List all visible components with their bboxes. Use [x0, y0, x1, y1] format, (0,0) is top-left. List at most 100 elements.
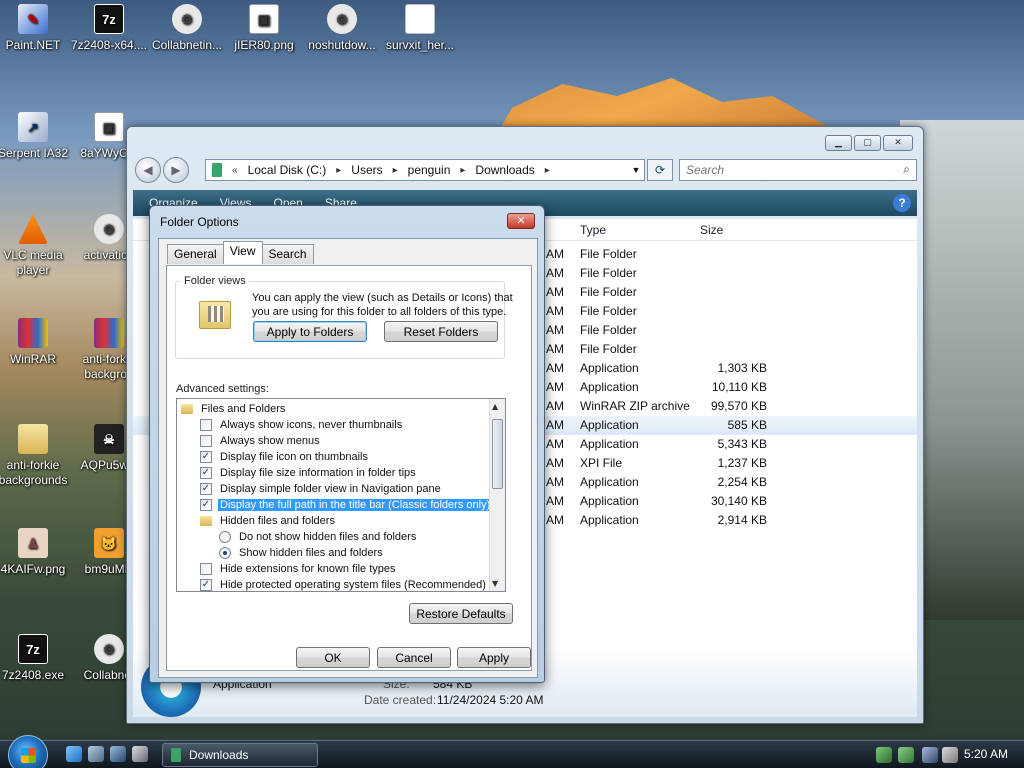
desktop-icon[interactable]: survxit_her... — [381, 4, 459, 53]
scroll-up-icon[interactable]: ▲ — [492, 402, 498, 411]
apply-button[interactable]: Apply — [457, 647, 531, 668]
clock[interactable]: 5:20 AM — [964, 747, 1008, 761]
chevron-right-icon[interactable]: ▸ — [393, 165, 398, 176]
computer-icon[interactable] — [132, 746, 148, 762]
show-desktop-icon[interactable] — [88, 746, 104, 762]
reset-folders-button[interactable]: Reset Folders — [384, 321, 498, 342]
scroll-thumb[interactable] — [492, 419, 503, 489]
column-size[interactable]: Size — [700, 223, 723, 237]
desktop-icon-label: WinRAR — [9, 352, 56, 366]
checkbox[interactable]: ✓ — [200, 467, 212, 479]
ie-icon[interactable] — [66, 746, 82, 762]
crumb-users[interactable]: Users — [351, 163, 382, 177]
crumb-penguin[interactable]: penguin — [408, 163, 451, 177]
chevron-right-icon[interactable]: ▸ — [545, 165, 550, 176]
checkbox[interactable] — [200, 435, 212, 447]
desktop-icon[interactable]: WinRAR — [0, 318, 72, 367]
minimize-button[interactable]: ▁ — [825, 135, 852, 151]
checkbox[interactable] — [200, 419, 212, 431]
settings-item[interactable]: Files and Folders — [181, 401, 287, 417]
desktop-icon[interactable]: ⚙ Collabnetin... — [148, 4, 226, 53]
sevenz-icon: 7z — [18, 634, 48, 664]
address-prefix[interactable]: « — [232, 165, 238, 176]
settings-item[interactable]: Do not show hidden files and folders — [219, 529, 418, 545]
restore-defaults-button[interactable]: Restore Defaults — [409, 603, 513, 624]
settings-item-label: Always show icons, never thumbnails — [220, 419, 403, 431]
row-size: 2,914 KB — [717, 513, 767, 527]
settings-item[interactable]: ✓ Display file icon on thumbnails — [200, 449, 370, 465]
advanced-settings-tree[interactable]: Files and Folders Always show icons, neve… — [176, 398, 506, 592]
desktop-icon[interactable]: ⚙ noshutdow... — [303, 4, 381, 53]
crumb-downloads[interactable]: Downloads — [475, 163, 534, 177]
address-bar[interactable]: « Local Disk (C:) ▸ Users ▸ penguin ▸ Do… — [205, 159, 645, 181]
settings-item[interactable]: ✓ Display simple folder view in Navigatio… — [200, 481, 443, 497]
scroll-down-icon[interactable]: ▼ — [492, 579, 498, 588]
tab-general[interactable]: General — [167, 244, 224, 264]
tab-view[interactable]: View — [222, 241, 263, 264]
maximize-button[interactable]: ▢ — [854, 135, 881, 151]
help-icon[interactable]: ? — [893, 194, 911, 212]
chevron-down-icon[interactable]: ▼ — [628, 165, 644, 175]
row-size: 1,237 KB — [717, 456, 767, 470]
checkbox[interactable]: ✓ — [200, 499, 212, 511]
row-type: Application — [580, 494, 639, 508]
settings-item[interactable]: Hidden files and folders — [200, 513, 337, 529]
row-time: AM — [546, 323, 564, 337]
desktop-icon-label: Paint.NET — [5, 38, 61, 52]
chevron-right-icon[interactable]: ▸ — [336, 165, 341, 176]
safely-remove-icon[interactable] — [898, 747, 914, 763]
back-button[interactable]: ◀ — [135, 157, 161, 183]
desktop-icon[interactable]: ↗ Serpent IA32 — [0, 112, 72, 161]
network-icon[interactable] — [876, 747, 892, 763]
switch-windows-icon[interactable] — [110, 746, 126, 762]
settings-item[interactable]: ✓ Display the full path in the title bar … — [200, 497, 494, 513]
desktop-icon[interactable]: ✎ Paint.NET — [0, 4, 72, 53]
settings-item[interactable]: ✓ Display file size information in folder… — [200, 465, 418, 481]
forward-button[interactable]: ▶ — [163, 157, 189, 183]
folder-options-dialog[interactable]: Folder Options ✕ General View Search Fol… — [149, 205, 545, 683]
search-input[interactable]: Search ⌕ — [679, 159, 917, 181]
start-button[interactable] — [8, 735, 48, 768]
search-icon[interactable]: ⌕ — [903, 162, 910, 177]
desktop-icon[interactable]: ♟ 4KAIFw.png — [0, 528, 72, 577]
desktop-icon[interactable]: 7z 7z2408-x64.... — [70, 4, 148, 53]
desktop-icon[interactable]: 7z 7z2408.exe — [0, 634, 72, 683]
tab-search[interactable]: Search — [261, 244, 314, 264]
cancel-button[interactable]: Cancel — [377, 647, 451, 668]
row-time: AM — [546, 399, 564, 413]
refresh-button[interactable]: ⟳ — [647, 159, 673, 181]
radio-button[interactable] — [219, 547, 231, 559]
row-time: AM — [546, 361, 564, 375]
row-type: File Folder — [580, 342, 637, 356]
row-type: File Folder — [580, 266, 637, 280]
crumb-local-disk[interactable]: Local Disk (C:) — [248, 163, 327, 177]
close-button[interactable]: ✕ — [883, 135, 913, 151]
taskbar-item-downloads[interactable]: Downloads — [162, 743, 318, 767]
desktop-icon[interactable]: anti-forkie backgrounds — [0, 424, 72, 488]
tree-scrollbar[interactable]: ▲ ▼ — [489, 399, 505, 591]
row-size: 2,254 KB — [717, 475, 767, 489]
chevron-right-icon[interactable]: ▸ — [460, 165, 465, 176]
checkbox[interactable]: ✓ — [200, 483, 212, 495]
folder-views-description: You can apply the view (such as Details … — [252, 292, 513, 318]
settings-item[interactable]: ✓ Hide protected operating system files (… — [200, 577, 488, 591]
settings-item[interactable]: Show hidden files and folders — [219, 545, 385, 561]
checkbox[interactable] — [200, 563, 212, 575]
settings-item[interactable]: Hide extensions for known file types — [200, 561, 397, 577]
settings-item-label: Display file size information in folder … — [220, 467, 416, 479]
checkbox[interactable]: ✓ — [200, 579, 212, 591]
desktop-icon[interactable]: ▣ jIER80.png — [225, 4, 303, 53]
display-icon[interactable] — [922, 747, 938, 763]
settings-item[interactable]: Always show menus — [200, 433, 322, 449]
column-type[interactable]: Type — [580, 223, 606, 237]
volume-muted-icon[interactable] — [942, 747, 958, 763]
settings-item[interactable]: Always show icons, never thumbnails — [200, 417, 404, 433]
desktop-icon[interactable]: VLC media player — [0, 214, 72, 278]
ok-button[interactable]: OK — [296, 647, 370, 668]
gear-icon: ⚙ — [327, 4, 357, 34]
apply-to-folders-button[interactable]: Apply to Folders — [253, 321, 367, 342]
dark-icon: ☠ — [94, 424, 124, 454]
dialog-close-button[interactable]: ✕ — [507, 213, 535, 229]
checkbox[interactable]: ✓ — [200, 451, 212, 463]
radio-button[interactable] — [219, 531, 231, 543]
